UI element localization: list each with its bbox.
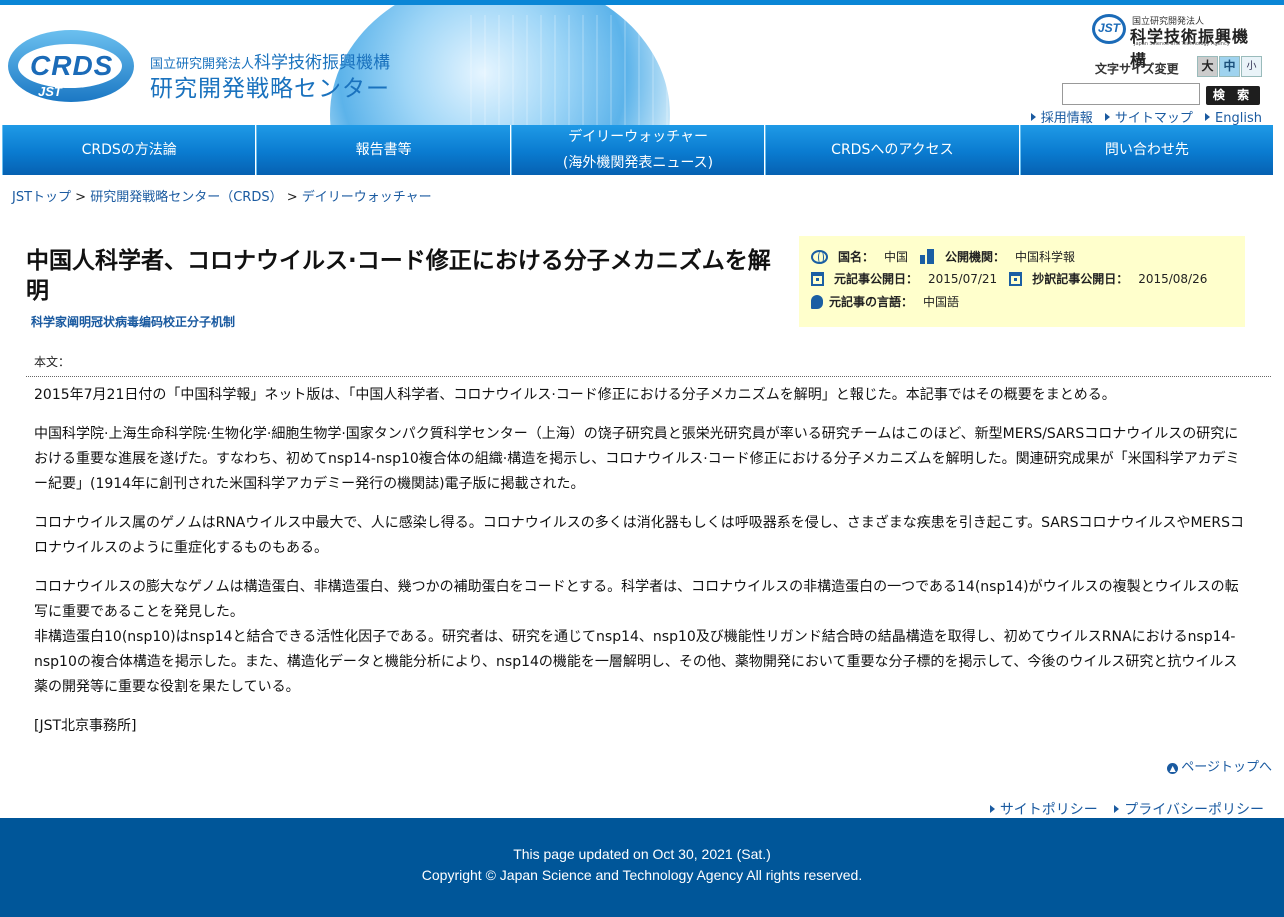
global-nav: CRDSの方法論 報告書等 デイリーウォッチャー (海外機関発表ニュース) CR… bbox=[2, 125, 1275, 175]
header-links: 採用情報 サイトマップ English bbox=[1023, 107, 1262, 125]
body-paragraph: コロナウイルスの膨大なゲノムは構造蛋白、非構造蛋白、幾つかの補助蛋白をコードとす… bbox=[34, 579, 1239, 620]
site-policy-link[interactable]: サイトポリシー bbox=[990, 802, 1098, 818]
breadcrumb-separator: > bbox=[286, 190, 298, 205]
font-size-medium-button[interactable]: 中 bbox=[1219, 56, 1240, 77]
calendar-icon bbox=[811, 271, 824, 286]
font-size-small-button[interactable]: 小 bbox=[1241, 56, 1262, 77]
breadcrumb-crds[interactable]: 研究開発戦略センター（CRDS） bbox=[90, 190, 282, 205]
meta-row-dates: 元記事公開日： 2015/07/21 抄訳記事公開日： 2015/08/26 bbox=[811, 270, 1219, 287]
crds-logo[interactable]: CRDS JST bbox=[8, 30, 134, 102]
body-paragraph: 中国科学院·上海生命科学院·生物化学·細胞生物学·国家タンパク質科学センター（上… bbox=[34, 426, 1240, 492]
trans-date-value: 2015/08/26 bbox=[1138, 271, 1208, 286]
calendar-icon bbox=[1009, 271, 1023, 286]
nav-item-daily-watcher-sublabel: (海外機関発表ニュース) bbox=[562, 155, 714, 171]
meta-row-country: 国名： 中国 公開機関： 中国科学報 bbox=[811, 248, 1087, 265]
nav-item-daily-watcher[interactable]: デイリーウォッチャー (海外機関発表ニュース) bbox=[510, 125, 766, 175]
footer-links: サイトポリシー プライバシーポリシー bbox=[978, 799, 1264, 819]
lang-value: 中国語 bbox=[923, 295, 960, 309]
country-label: 国名： bbox=[838, 250, 875, 264]
crds-logo-text: CRDS bbox=[30, 50, 114, 81]
publisher-value: 中国科学報 bbox=[1015, 250, 1076, 264]
search-input[interactable] bbox=[1062, 83, 1200, 105]
nav-item-contact[interactable]: 問い合わせ先 bbox=[1019, 125, 1275, 175]
breadcrumb: JSTトップ > 研究開発戦略センター（CRDS） > デイリーウォッチャー bbox=[12, 186, 432, 205]
building-icon bbox=[920, 249, 935, 264]
site-header: CRDS JST 国立研究開発法人科学技術振興機構 研究開発戦略センター JST… bbox=[0, 5, 1284, 125]
breadcrumb-separator: > bbox=[75, 190, 87, 205]
body-label: 本文： bbox=[34, 355, 71, 369]
page-top-link[interactable]: ▲ ページトップへ bbox=[1167, 756, 1272, 775]
center-name: 研究開発戦略センター bbox=[150, 76, 390, 102]
globe-icon bbox=[811, 249, 828, 264]
site-footer: This page updated on Oct 30, 2021 (Sat.)… bbox=[0, 818, 1284, 917]
search-button[interactable]: 検 索 bbox=[1206, 86, 1260, 105]
footer-updated: This page updated on Oct 30, 2021 (Sat.) bbox=[513, 846, 771, 862]
jst-logo-line3: Japan Science and Technology Agency bbox=[1134, 41, 1230, 47]
nav-item-methodology[interactable]: CRDSの方法論 bbox=[2, 125, 257, 175]
sitemap-link[interactable]: サイトマップ bbox=[1105, 111, 1193, 125]
article-title: 中国人科学者、コロナウイルス·コード修正における分子メカニズムを解明 bbox=[26, 248, 771, 304]
jst-logo[interactable]: JST 国立研究開発法人 科学技術振興機構 Japan Science and … bbox=[1092, 12, 1264, 70]
arrow-up-icon: ▲ bbox=[1167, 763, 1179, 774]
nav-item-reports[interactable]: 報告書等 bbox=[256, 125, 511, 175]
jst-logo-mark: JST bbox=[1092, 14, 1126, 44]
speech-bubble-icon bbox=[811, 294, 823, 309]
article-body: 2015年7月21日付の「中国科学報」ネット版は、「中国人科学者、コロナウイルス… bbox=[34, 383, 1244, 753]
breadcrumb-daily-watcher[interactable]: デイリーウォッチャー bbox=[302, 190, 432, 205]
country-value: 中国 bbox=[884, 250, 909, 264]
breadcrumb-jst-top[interactable]: JSTトップ bbox=[12, 190, 71, 205]
nav-item-access[interactable]: CRDSへのアクセス bbox=[765, 125, 1020, 175]
original-title-link[interactable]: 科学家阐明冠状病毒编码校正分子机制 bbox=[31, 313, 235, 330]
divider bbox=[26, 376, 1271, 377]
page-top-label: ページトップへ bbox=[1181, 760, 1272, 775]
privacy-policy-link[interactable]: プライバシーポリシー bbox=[1114, 802, 1264, 818]
trans-date-label: 抄訳記事公開日： bbox=[1032, 272, 1129, 286]
crds-logo-jst: JST bbox=[38, 84, 62, 99]
body-paragraph: 非構造蛋白10(nsp10)はnsp14と結合できる活性化因子である。研究者は、… bbox=[34, 629, 1238, 695]
publisher-label: 公開機関： bbox=[945, 250, 1006, 264]
english-link[interactable]: English bbox=[1205, 111, 1262, 125]
nav-item-daily-watcher-label: デイリーウォッチャー bbox=[568, 129, 708, 145]
font-size-large-button[interactable]: 大 bbox=[1197, 56, 1218, 77]
body-paragraph: 2015年7月21日付の「中国科学報」ネット版は、「中国人科学者、コロナウイルス… bbox=[34, 387, 1116, 403]
article-meta-box: 国名： 中国 公開機関： 中国科学報 元記事公開日： 2015/07/21 抄訳… bbox=[799, 236, 1245, 327]
recruit-link[interactable]: 採用情報 bbox=[1031, 111, 1093, 125]
orig-date-value: 2015/07/21 bbox=[928, 271, 998, 286]
font-size-label: 文字サイズ変更 bbox=[1095, 62, 1179, 76]
footer-copyright: Copyright © Japan Science and Technology… bbox=[421, 867, 863, 883]
globe-grid-graphic bbox=[470, 15, 690, 125]
body-paragraph-source: [JST北京事務所] bbox=[34, 718, 137, 734]
meta-row-language: 元記事の言語： 中国語 bbox=[811, 293, 971, 310]
lang-label: 元記事の言語： bbox=[829, 295, 914, 309]
body-paragraph: コロナウイルス属のゲノムはRNAウイルス中最大で、人に感染し得る。コロナウイルス… bbox=[34, 515, 1244, 556]
orig-date-label: 元記事公開日： bbox=[834, 272, 919, 286]
